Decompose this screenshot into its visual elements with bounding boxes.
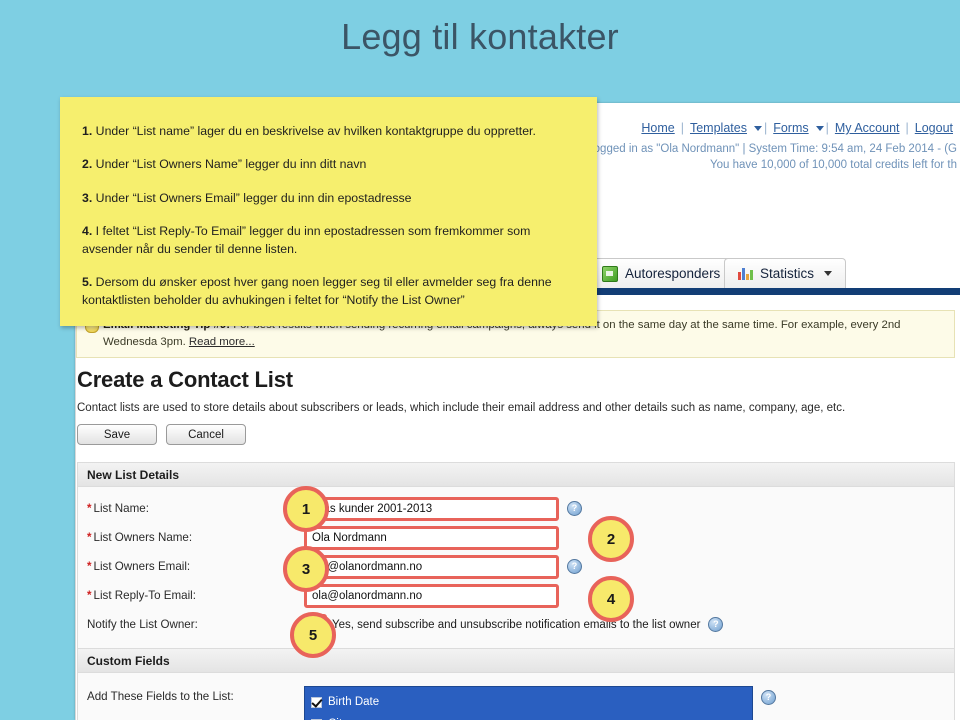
field-label: * List Name:: [87, 502, 304, 515]
instruction-step-2: 2. Under “List Owners Name” legger du in…: [82, 156, 575, 173]
notify-checkbox-label: Yes, send subscribe and unsubscribe noti…: [332, 618, 701, 631]
field-label-text: List Owners Email:: [93, 560, 191, 573]
help-icon[interactable]: ?: [761, 690, 776, 705]
list-name-input[interactable]: [304, 496, 559, 521]
required-marker: *: [87, 560, 92, 573]
step-number: 2.: [82, 157, 93, 172]
required-marker: *: [87, 589, 92, 602]
cancel-button[interactable]: Cancel: [166, 424, 246, 445]
field-label-text: List Name:: [93, 502, 149, 515]
nav-link-my-account[interactable]: My Account: [835, 121, 900, 135]
nav-link-logout[interactable]: Logout: [915, 121, 953, 135]
field-label: Notify the List Owner:: [87, 618, 198, 631]
list-item[interactable]: Birth Date: [311, 691, 752, 713]
step-number: 1.: [82, 124, 93, 138]
chevron-down-icon: [824, 271, 833, 276]
chevron-down-icon: [753, 125, 762, 131]
list-item[interactable]: City: [311, 713, 752, 720]
nav-separator: |: [905, 121, 909, 135]
action-button-row: Save Cancel: [77, 424, 246, 445]
field-row-custom-fields: Add These Fields to the List: Birth Date…: [78, 680, 954, 720]
instruction-step-4: 4. I feltet “List Reply-To Email” legger…: [82, 223, 575, 258]
help-icon[interactable]: ?: [567, 501, 582, 516]
field-row-list-reply-to-email: * List Reply-To Email:: [78, 581, 954, 610]
nav-separator: |: [825, 121, 829, 135]
help-icon[interactable]: ?: [567, 559, 582, 574]
field-label: Add These Fields to the List:: [87, 690, 234, 703]
callout-badge-5: 5: [290, 612, 336, 658]
checkbox[interactable]: [311, 696, 322, 708]
step-text: Under “List Owners Email” legger du inn …: [92, 190, 412, 205]
content-subtitle: Contact lists are used to store details …: [77, 402, 846, 414]
custom-fields-section: Custom Fields Add These Fields to the Li…: [77, 648, 955, 720]
page-title: Legg til kontakter: [341, 16, 619, 57]
field-label: * List Owners Email:: [87, 560, 304, 573]
nav-link-home[interactable]: Home: [641, 121, 674, 135]
field-label-text: List Reply-To Email:: [93, 589, 196, 602]
nav-link-forms[interactable]: Forms: [773, 121, 808, 135]
new-list-details-section: New List Details *List Name: ? *List Own…: [77, 462, 955, 649]
instructions-note: 1. Under “List name” lager du en beskriv…: [60, 97, 597, 326]
required-marker: *: [87, 531, 92, 544]
content-heading: Create a Contact List: [77, 367, 293, 392]
section-header: New List Details: [78, 463, 954, 487]
required-marker: *: [87, 502, 92, 515]
read-more-link[interactable]: Read more...: [189, 336, 255, 348]
step-number: 5.: [82, 275, 93, 290]
help-icon[interactable]: ?: [708, 617, 724, 632]
field-row-notify-list-owner: Notify the List Owner: Yes, send subscri…: [78, 610, 954, 639]
field-row-list-owners-email: *List Owners Email: ?: [78, 552, 954, 581]
tab-statistics[interactable]: Statistics: [724, 258, 847, 288]
step-number: 4.: [82, 224, 93, 239]
save-button[interactable]: Save: [77, 424, 157, 445]
callout-badge-2: 2: [588, 516, 634, 562]
step-text: Under “List Owners Name” legger du inn d…: [92, 157, 367, 172]
callout-badge-1: 1: [283, 486, 329, 532]
callout-badge-4: 4: [588, 576, 634, 622]
field-row-list-owners-name: * List Owners Name:: [78, 523, 954, 552]
instruction-step-5: 5. Dersom du ønsker epost hver gang noen…: [82, 274, 575, 309]
field-label: * List Reply-To Email:: [87, 589, 304, 602]
instruction-step-1: 1. Under “List name” lager du en beskriv…: [82, 123, 575, 140]
custom-fields-listbox[interactable]: Birth Date City: [304, 686, 753, 720]
section-header: Custom Fields: [78, 649, 954, 673]
tab-label: Statistics: [760, 266, 815, 281]
nav-separator: |: [680, 121, 684, 135]
step-number: 3.: [82, 190, 93, 205]
instruction-step-3: 3. Under “List Owners Email” legger du i…: [82, 190, 575, 207]
step-text: I feltet “List Reply-To Email” legger du…: [82, 224, 531, 256]
step-text: Dersom du ønsker epost hver gang noen le…: [82, 275, 552, 307]
list-owners-name-input[interactable]: [304, 525, 559, 550]
autoresponder-icon: [602, 265, 618, 282]
field-row-list-name: *List Name: ?: [78, 494, 954, 523]
chevron-down-icon: [815, 125, 824, 131]
list-item-label: Birth Date: [328, 696, 380, 708]
callout-badge-3: 3: [283, 546, 329, 592]
list-reply-to-email-input[interactable]: [304, 583, 559, 608]
field-label: * List Owners Name:: [87, 531, 304, 544]
bar-chart-icon: [738, 267, 753, 280]
field-label-text: List Owners Name:: [93, 531, 193, 544]
nav-separator: |: [763, 121, 768, 135]
tab-label: Autoresponders: [625, 266, 721, 281]
list-owners-email-input[interactable]: [304, 554, 559, 579]
nav-link-templates[interactable]: Templates: [690, 121, 747, 135]
step-text: Under “List name” lager du en beskrivels…: [92, 124, 536, 138]
